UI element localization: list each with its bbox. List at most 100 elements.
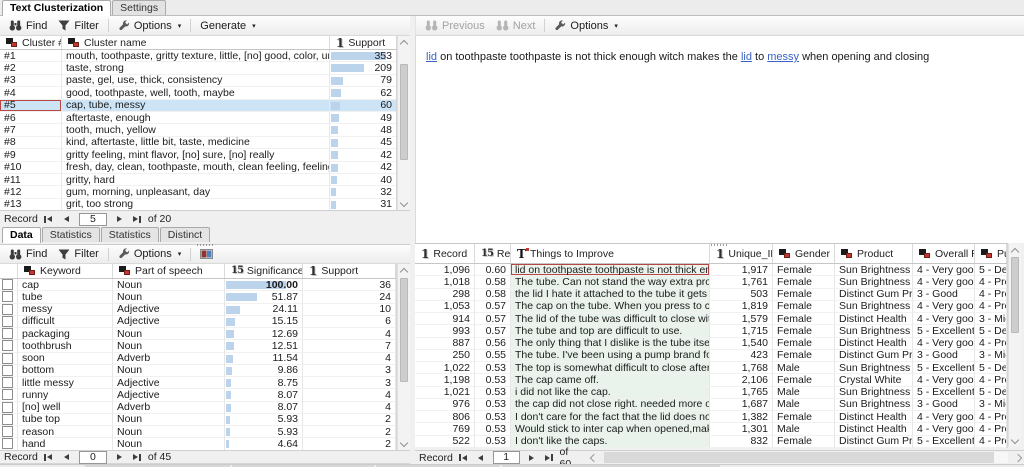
record-row[interactable]: 976 0.53 the cap did not close right. need… <box>415 398 1007 411</box>
record-number-input[interactable]: 5 <box>78 212 107 226</box>
record-row[interactable]: 1,096 0.60 lid on toothpaste toothpaste is… <box>415 264 1007 277</box>
column-header-product[interactable]: Product <box>835 244 913 263</box>
record-row[interactable]: 914 0.57 The lid of the tube was difficult… <box>415 313 1007 326</box>
row-checkbox[interactable] <box>2 303 13 315</box>
row-checkbox[interactable] <box>2 352 13 364</box>
record-row[interactable]: 769 0.53 Would stick to inter cap when ope… <box>415 423 1007 436</box>
scrollbar-thumb[interactable] <box>1011 257 1019 333</box>
record-row[interactable]: 993 0.57 The tube and top are difficult to… <box>415 325 1007 338</box>
record-number-input[interactable]: 0 <box>78 450 107 464</box>
last-record-button[interactable] <box>130 451 145 463</box>
keywords-scrollbar[interactable] <box>397 264 410 450</box>
last-record-button[interactable] <box>542 452 556 464</box>
last-record-button[interactable] <box>130 213 145 225</box>
column-header-record[interactable]: 1 Record <box>415 244 475 263</box>
row-checkbox[interactable] <box>2 340 13 352</box>
next-button[interactable]: Next <box>491 18 541 34</box>
cluster-row[interactable]: #12 gum, morning, unpleasant, day 32 <box>0 186 396 199</box>
cluster-row[interactable]: #4 good, toothpaste, well, tooth, maybe 62 <box>0 87 396 100</box>
first-record-button[interactable] <box>41 451 56 463</box>
tab-settings[interactable]: Settings <box>112 0 167 15</box>
keyword-row[interactable]: [no] well Adverb 8.07 4 <box>0 401 396 414</box>
splitter-handle[interactable] <box>711 244 727 246</box>
row-checkbox[interactable] <box>2 426 13 438</box>
column-header-pu[interactable]: Pu <box>975 244 1007 263</box>
column-header-cluster-name[interactable]: Cluster name <box>62 36 330 49</box>
find-button[interactable]: Find <box>4 246 52 262</box>
keyword-row[interactable]: cap Noun 100.00 36 <box>0 279 396 292</box>
document-view[interactable]: lid on toothpaste toothpaste is not thic… <box>415 36 1024 243</box>
keyword-row[interactable]: messy Adjective 24.11 10 <box>0 303 396 316</box>
previous-record-button[interactable] <box>59 451 74 463</box>
scroll-up-arrow[interactable] <box>1009 245 1021 256</box>
scroll-up-arrow[interactable] <box>398 37 410 48</box>
tab-data[interactable]: Data <box>2 227 41 243</box>
cluster-row[interactable]: #7 tooth, much, yellow 48 <box>0 124 396 137</box>
keyword-row[interactable]: soon Adverb 11.54 4 <box>0 352 396 365</box>
tab-statistics-1[interactable]: Statistics <box>41 227 100 242</box>
cluster-row[interactable]: #11 gritty, hard 40 <box>0 173 396 187</box>
scroll-down-arrow[interactable] <box>398 438 410 449</box>
keyword-row[interactable]: difficult Adjective 15.15 6 <box>0 315 396 328</box>
column-header-significance[interactable]: 15 Significance <box>225 264 303 278</box>
tab-text-clusterization[interactable]: Text Clusterization <box>2 0 112 16</box>
scrollbar-thumb[interactable] <box>400 278 408 382</box>
cluster-row[interactable]: #3 paste, gel, use, thick, consistency 79 <box>0 74 396 88</box>
filter-button[interactable]: Filter <box>53 246 103 262</box>
first-record-button[interactable] <box>41 213 56 225</box>
cluster-row[interactable]: #10 fresh, day, clean, toothpaste, mouth,… <box>0 161 396 174</box>
row-checkbox[interactable] <box>2 389 13 401</box>
record-row[interactable]: 522 0.53 I don't like the caps. 832 Female Di… <box>415 435 1007 448</box>
filter-button[interactable]: Filter <box>53 18 103 34</box>
record-row[interactable]: 1,021 0.53 i did not like the cap. 1,765 Mal… <box>415 386 1007 399</box>
clusters-scrollbar[interactable] <box>397 36 410 210</box>
chart-view-button[interactable] <box>195 246 218 262</box>
hscroll-right-arrow[interactable] <box>1013 453 1023 462</box>
keyword-link[interactable]: lid <box>741 51 752 63</box>
keyword-row[interactable]: tube top Noun 5.93 2 <box>0 413 396 426</box>
keyword-row[interactable]: reason Noun 5.93 2 <box>0 426 396 439</box>
scroll-down-arrow[interactable] <box>1009 435 1021 446</box>
column-header-re[interactable]: 15Re... <box>475 244 511 263</box>
record-row[interactable]: 1,198 0.53 The cap came off. 2,106 Female Cry… <box>415 374 1007 387</box>
keyword-link[interactable]: messy <box>767 51 799 63</box>
row-checkbox[interactable] <box>2 401 13 413</box>
cluster-row[interactable]: #5 cap, tube, messy 60 <box>0 99 396 112</box>
next-record-button[interactable] <box>112 451 127 463</box>
keyword-row[interactable]: packaging Noun 12.69 4 <box>0 328 396 341</box>
options-button[interactable]: Options ▾ <box>113 246 186 262</box>
column-header-cluster[interactable]: Cluster # <box>0 36 62 49</box>
column-header-things-to-improve[interactable]: T Things to Improve <box>511 244 710 263</box>
scroll-down-arrow[interactable] <box>398 198 410 209</box>
generate-button[interactable]: Generate ▾ <box>195 18 260 34</box>
row-checkbox[interactable] <box>2 438 13 450</box>
keyword-row[interactable]: little messy Adjective 8.75 3 <box>0 377 396 390</box>
keyword-row[interactable]: runny Adjective 8.07 4 <box>0 389 396 402</box>
hscroll-thumb[interactable] <box>604 452 994 463</box>
tab-statistics-2[interactable]: Statistics <box>100 227 159 242</box>
hscroll-left-arrow[interactable] <box>589 453 599 462</box>
tab-distinct[interactable]: Distinct <box>159 227 211 242</box>
previous-button[interactable]: Previous <box>420 18 490 34</box>
first-record-button[interactable] <box>456 452 470 464</box>
cluster-row[interactable]: #6 aftertaste, enough 49 <box>0 111 396 125</box>
keyword-row[interactable]: hand Noun 4.64 2 <box>0 438 396 450</box>
cluster-row[interactable]: #1 mouth, toothpaste, gritty texture, lit… <box>0 50 396 63</box>
column-header-part-of-speech[interactable]: Part of speech <box>113 264 225 278</box>
find-button[interactable]: Find <box>4 18 52 34</box>
scrollbar-thumb[interactable] <box>400 64 408 160</box>
row-checkbox[interactable] <box>2 377 13 389</box>
column-header-unique-id[interactable]: 1Unique_ID <box>710 244 773 263</box>
column-header-keyword[interactable]: Keyword <box>18 264 113 278</box>
record-row[interactable]: 1,018 0.58 The tube. Can not stand the way… <box>415 276 1007 289</box>
cluster-row[interactable]: #8 kind, aftertaste, little bit, taste, m… <box>0 136 396 150</box>
row-checkbox[interactable] <box>2 364 13 376</box>
keyword-row[interactable]: tube Noun 51.87 24 <box>0 291 396 304</box>
record-row[interactable]: 1,053 0.57 The cap on the tube. When you p… <box>415 300 1007 313</box>
column-header-overall-r[interactable]: Overall R... <box>913 244 975 263</box>
scroll-up-arrow[interactable] <box>398 265 410 276</box>
record-row[interactable]: 1,022 0.53 The top is somewhat difficult t… <box>415 362 1007 375</box>
record-row[interactable]: 806 0.53 I don't care for the fact that th… <box>415 411 1007 424</box>
row-checkbox[interactable] <box>2 413 13 425</box>
splitter-handle[interactable] <box>197 244 213 246</box>
